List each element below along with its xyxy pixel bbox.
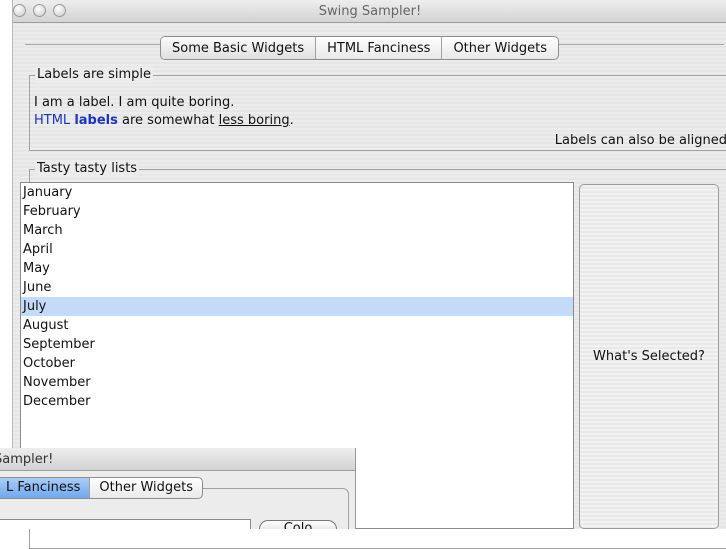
tab-html-fanciness[interactable]: HTML Fanciness xyxy=(316,37,443,59)
whats-selected-button[interactable]: What's Selected? xyxy=(579,184,719,529)
list-item[interactable]: March xyxy=(21,221,573,240)
second-window: Sampler! L Fanciness Other Widgets Colo xyxy=(0,448,356,529)
second-tab-html-fanciness[interactable]: L Fanciness xyxy=(0,478,91,498)
list-item[interactable]: August xyxy=(21,316,573,335)
second-window-tab-bar: L Fanciness Other Widgets xyxy=(0,477,204,499)
list-item[interactable]: February xyxy=(21,202,573,221)
color-button[interactable]: Colo xyxy=(259,520,337,529)
html-label-part4: less boring xyxy=(218,113,290,128)
html-label-part5: . xyxy=(289,113,294,128)
plain-label: I am a label. I am quite boring. xyxy=(34,95,235,110)
list-item[interactable]: June xyxy=(21,278,573,297)
list-item-selected[interactable]: July xyxy=(21,297,573,316)
lists-group-title: Tasty tasty lists xyxy=(35,161,140,177)
list-item[interactable]: April xyxy=(21,240,573,259)
list-item[interactable]: November xyxy=(21,373,573,392)
tab-some-basic-widgets[interactable]: Some Basic Widgets xyxy=(161,37,317,59)
second-tab-other-widgets[interactable]: Other Widgets xyxy=(90,478,202,498)
tab-bar: Some Basic Widgets HTML Fanciness Other … xyxy=(160,36,560,60)
aligned-label: Labels can also be aligned xyxy=(554,133,726,148)
html-label-part3: are somewhat xyxy=(122,113,215,128)
labels-group: Labels are simple I am a label. I am qui… xyxy=(29,67,726,151)
second-window-title: Sampler! xyxy=(0,452,54,467)
list-item[interactable]: September xyxy=(21,335,573,354)
list-item[interactable]: May xyxy=(21,259,573,278)
title-bar[interactable]: Swing Sampler! xyxy=(13,0,726,23)
labels-group-title: Labels are simple xyxy=(35,67,154,83)
list-item[interactable]: October xyxy=(21,354,573,373)
second-window-text-field[interactable] xyxy=(0,519,251,529)
list-item[interactable]: January xyxy=(21,183,573,202)
list-item[interactable]: December xyxy=(21,392,573,411)
second-window-title-bar[interactable]: Sampler! xyxy=(0,448,355,471)
window-title: Swing Sampler! xyxy=(318,4,422,19)
html-label-part1: HTML xyxy=(34,113,71,128)
tab-other-widgets[interactable]: Other Widgets xyxy=(442,37,558,59)
html-label-part2: labels xyxy=(74,113,118,128)
html-label: HTML labels are somewhat less boring. xyxy=(34,113,294,129)
